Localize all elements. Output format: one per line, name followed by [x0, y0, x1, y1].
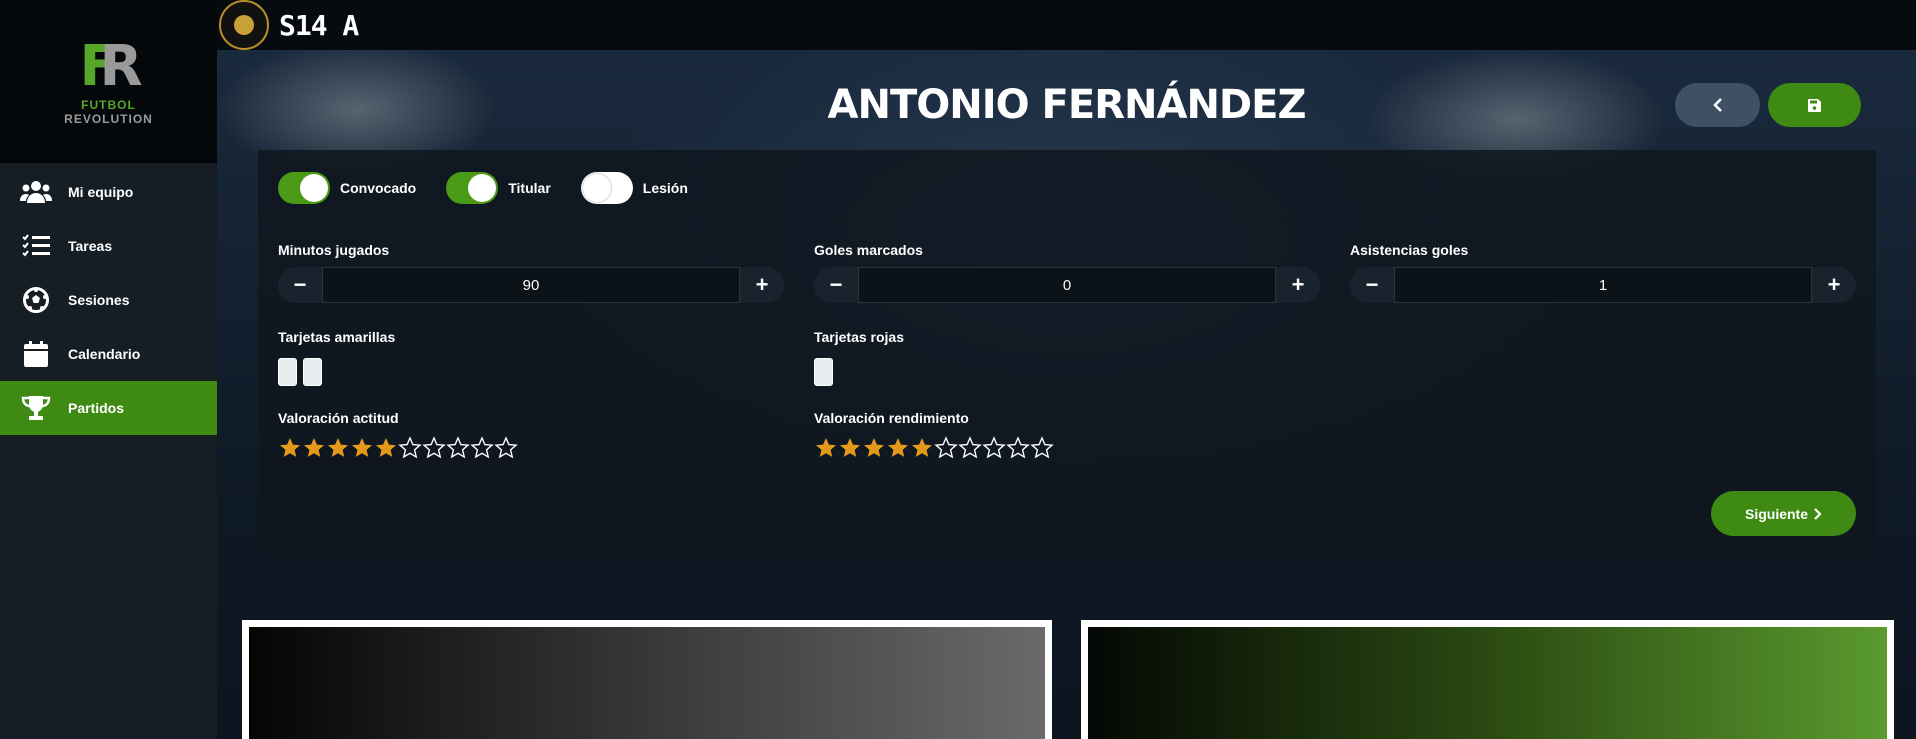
star-empty-icon[interactable]: [958, 436, 982, 460]
lesion-label: Lesión: [642, 180, 688, 196]
sidebar-nav: Mi equipo Tareas Sesiones Calendario Par…: [0, 165, 217, 435]
star-filled-icon[interactable]: [278, 436, 302, 460]
attitude-rating: [278, 436, 518, 460]
task-list-icon: [20, 232, 52, 260]
minutes-value[interactable]: 90: [322, 267, 740, 303]
sidebar-item-label: Sesiones: [68, 292, 130, 308]
sidebar: F R FUTBOL REVOLUTION Mi equipo Tareas S…: [0, 0, 217, 739]
convocado-label: Convocado: [340, 180, 417, 196]
sidebar-item-tareas[interactable]: Tareas: [0, 219, 217, 273]
titular-toggle[interactable]: [446, 172, 499, 204]
sidebar-item-sesiones[interactable]: Sesiones: [0, 273, 217, 327]
titular-label: Titular: [508, 180, 551, 196]
yellow-cards-label: Tarjetas amarillas: [278, 329, 396, 345]
toggle-group: Convocado Titular Lesión: [278, 172, 718, 204]
back-button[interactable]: [1675, 83, 1760, 127]
minutes-stepper: − 90 +: [278, 267, 784, 303]
top-bar: S14 A: [217, 0, 1916, 50]
assists-decrement-button[interactable]: −: [1350, 267, 1394, 303]
yellow-card[interactable]: [303, 358, 322, 386]
sidebar-item-label: Partidos: [68, 400, 125, 416]
assists-increment-button[interactable]: +: [1812, 267, 1856, 303]
goals-label: Goles marcados: [814, 242, 923, 258]
star-filled-icon[interactable]: [326, 436, 350, 460]
assists-label: Asistencias goles: [1350, 242, 1469, 258]
goals-decrement-button[interactable]: −: [814, 267, 858, 303]
app-logo[interactable]: F R FUTBOL REVOLUTION: [0, 0, 217, 163]
performance-rating-label: Valoración rendimiento: [814, 410, 969, 426]
club-badge-icon: [219, 0, 269, 50]
star-filled-icon[interactable]: [350, 436, 374, 460]
trophy-icon: [20, 394, 52, 422]
convocado-toggle[interactable]: [278, 172, 330, 204]
next-button[interactable]: Siguiente: [1711, 491, 1856, 536]
save-button[interactable]: [1768, 83, 1861, 127]
star-empty-icon[interactable]: [422, 436, 446, 460]
goals-value[interactable]: 0: [858, 267, 1276, 303]
team-name: S14 A: [279, 8, 359, 42]
star-filled-icon[interactable]: [862, 436, 886, 460]
logo-text-line2: REVOLUTION: [64, 111, 153, 126]
yellow-card[interactable]: [278, 358, 297, 386]
chevron-right-icon: [1814, 507, 1822, 520]
minutes-decrement-button[interactable]: −: [278, 267, 322, 303]
soccer-ball-icon: [20, 286, 52, 314]
goals-increment-button[interactable]: +: [1276, 267, 1320, 303]
star-empty-icon[interactable]: [1006, 436, 1030, 460]
users-icon: [20, 178, 52, 206]
logo-mark: F R: [79, 33, 143, 99]
sidebar-item-partidos[interactable]: Partidos: [0, 381, 217, 435]
star-empty-icon[interactable]: [934, 436, 958, 460]
attitude-rating-label: Valoración actitud: [278, 410, 399, 426]
performance-rating: [814, 436, 1054, 460]
lesion-toggle[interactable]: [580, 172, 633, 204]
star-empty-icon[interactable]: [446, 436, 470, 460]
player-name: ANTONIO FERNÁNDEZ: [827, 82, 1307, 128]
minutes-increment-button[interactable]: +: [740, 267, 784, 303]
calendar-icon: [20, 340, 52, 368]
star-filled-icon[interactable]: [838, 436, 862, 460]
assists-stepper: − 1 +: [1350, 267, 1856, 303]
sidebar-item-label: Tareas: [68, 238, 113, 254]
assists-value[interactable]: 1: [1394, 267, 1812, 303]
red-cards-label: Tarjetas rojas: [814, 329, 905, 345]
player-stats-image-frame: [1081, 620, 1894, 739]
sidebar-item-calendario[interactable]: Calendario: [0, 327, 217, 381]
save-icon: [1808, 98, 1821, 112]
star-empty-icon[interactable]: [982, 436, 1006, 460]
star-filled-icon[interactable]: [302, 436, 326, 460]
minutes-label: Minutos jugados: [278, 242, 390, 258]
star-filled-icon[interactable]: [910, 436, 934, 460]
player-stats-panel: Convocado Titular Lesión Minutos jugados…: [258, 150, 1876, 558]
red-card[interactable]: [814, 358, 833, 386]
star-empty-icon[interactable]: [398, 436, 422, 460]
star-empty-icon[interactable]: [494, 436, 518, 460]
goals-stepper: − 0 +: [814, 267, 1320, 303]
sidebar-item-label: Mi equipo: [68, 184, 134, 200]
star-filled-icon[interactable]: [374, 436, 398, 460]
star-empty-icon[interactable]: [470, 436, 494, 460]
star-filled-icon[interactable]: [886, 436, 910, 460]
player-photo-frame: [242, 620, 1052, 739]
star-empty-icon[interactable]: [1030, 436, 1054, 460]
logo-text-line1: FUTBOL: [81, 97, 136, 112]
sidebar-item-label: Calendario: [68, 346, 141, 362]
chevron-left-icon: [1712, 98, 1722, 112]
next-button-label: Siguiente: [1744, 505, 1808, 522]
star-filled-icon[interactable]: [814, 436, 838, 460]
sidebar-item-mi-equipo[interactable]: Mi equipo: [0, 165, 217, 219]
